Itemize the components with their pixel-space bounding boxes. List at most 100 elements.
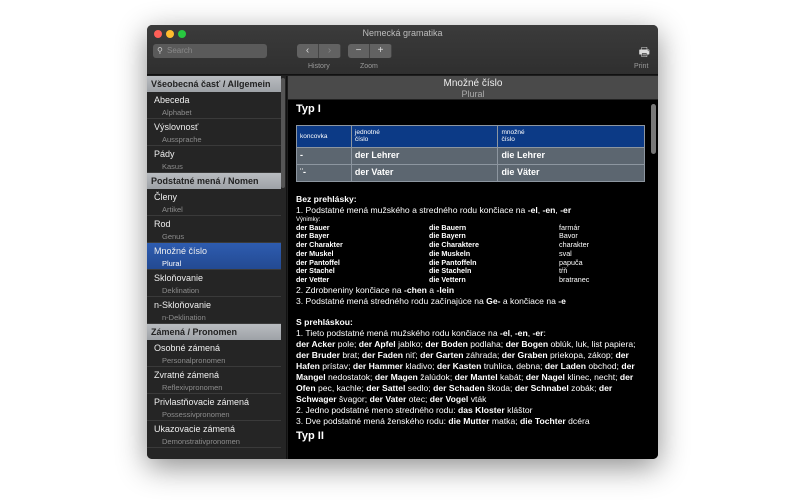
zoom-in-button[interactable]: + — [370, 44, 392, 58]
term: der Magen — [374, 371, 418, 382]
term: der Acker — [296, 339, 336, 350]
term: der Hammer — [352, 361, 403, 372]
app-window: Nemecká gramatika ⚲ Search ‹ › − + Histor… — [147, 25, 658, 459]
sidebar-item[interactable]: Privlastňovacie zámená Possessivpronomen — [147, 394, 281, 421]
text-run: 2. Jedno podstatné meno stredného rodu: — [296, 404, 458, 415]
sidebar-section-header: Podstatné mená / Nomen — [147, 173, 281, 189]
text-run: dcéra — [565, 415, 590, 426]
text-run: 3. Podstatné mená stredného rodu začínaj… — [296, 295, 487, 306]
back-button[interactable]: ‹ — [297, 44, 319, 58]
term: -lein — [436, 284, 455, 295]
forward-button[interactable]: › — [319, 44, 341, 58]
content-scrollbar[interactable] — [651, 104, 656, 154]
s-heading-text: S prehláskou: — [296, 317, 353, 328]
exceptions-list: der Bauer die Bauern farmár der Bayer die Ba… — [296, 223, 648, 285]
table-row: - der Lehrer die Lehrer — [296, 146, 645, 165]
sidebar-item[interactable]: Ukazovacie zámená Demonstrativpronomen — [147, 421, 281, 448]
text-run: matka; — [489, 415, 521, 426]
sidebar-item[interactable]: Pády Kasus — [147, 146, 281, 173]
content-subtitle: Plural — [461, 89, 485, 99]
sidebar-item-sublabel: Demonstrativpronomen — [162, 437, 240, 446]
text-run: zobák; — [568, 382, 599, 393]
sidebar-item-label: Abeceda — [154, 95, 190, 105]
text-run: priekopa, zákop; — [547, 350, 616, 361]
content-title: Množné číslo — [443, 78, 503, 89]
sidebar-item[interactable]: Množné číslo Plural — [147, 243, 281, 270]
text-run: škoda; — [484, 382, 515, 393]
sidebar-item[interactable]: Skloňovanie Deklination — [147, 270, 281, 297]
table-header-row: koncovka jednotné číslo množné číslo — [296, 124, 645, 148]
table-row: ¨- der Vater die Väter — [296, 163, 645, 182]
sidebar-item-label: Výslovnosť — [154, 122, 199, 132]
term: der Schnabel — [514, 382, 569, 393]
print-icon[interactable]: 🖶 — [639, 43, 650, 64]
bez-heading-text: Bez prehlásky: — [296, 193, 357, 204]
sidebar-item[interactable]: n-Skloňovanie n-Deklination — [147, 297, 281, 324]
table-cell: der Vater — [350, 163, 499, 182]
text-run: vták — [468, 393, 487, 404]
s-heading: S prehláskou: — [296, 317, 648, 328]
sidebar-item-label: Zvratné zámená — [154, 370, 220, 380]
text-run: brat; — [339, 350, 362, 361]
sidebar-item-label: Ukazovacie zámená — [154, 424, 236, 434]
exception-word: der Vetter — [296, 274, 330, 284]
sidebar-item[interactable]: Osobné zámená Personalpronomen — [147, 340, 281, 367]
sidebar-scrollbar[interactable] — [281, 78, 285, 188]
term: der Bogen — [505, 339, 549, 350]
sidebar-item[interactable]: Členy Artikel — [147, 189, 281, 216]
text-run: 1. Podstatné mená mužského a stredného r… — [296, 204, 528, 215]
sidebar-item[interactable]: Výslovnosť Aussprache — [147, 119, 281, 146]
sidebar-item-label: Členy — [154, 192, 178, 202]
sidebar-item-sublabel: Deklination — [162, 286, 200, 295]
term: -er — [532, 328, 544, 339]
sidebar-item-label: Rod — [154, 219, 171, 229]
sidebar-section-header: Zámená / Pronomen — [147, 324, 281, 340]
table-header-cell: množné číslo — [497, 124, 645, 148]
sidebar-item-sublabel: Possessivpronomen — [162, 410, 230, 419]
search-input[interactable]: ⚲ Search — [153, 44, 267, 58]
sidebar-item-sublabel: Personalpronomen — [162, 356, 226, 365]
exception-word: die Vettern — [429, 274, 466, 284]
text-run: 2. Zdrobneniny končiace na — [296, 284, 404, 295]
sidebar-item-label: Množné číslo — [154, 246, 208, 256]
window-title: Nemecká gramatika — [362, 28, 443, 38]
sidebar-item-label: n-Skloňovanie — [154, 300, 212, 310]
sidebar-item[interactable]: Zvratné zámená Reflexivpronomen — [147, 367, 281, 394]
term: der Boden — [425, 339, 468, 350]
exception-word: papuča — [559, 257, 583, 267]
sidebar-item-sublabel: Reflexivpronomen — [162, 383, 223, 392]
zoom-out-button[interactable]: − — [348, 44, 370, 58]
text-run: podlaha; — [467, 339, 506, 350]
text-run: sedlo; — [405, 382, 434, 393]
sidebar-item[interactable]: Rod Genus — [147, 216, 281, 243]
rule-2: 2. Zdrobneniny končiace na -chen a -lein — [296, 285, 648, 296]
term: -e — [558, 295, 566, 306]
term: der Sattel — [366, 382, 406, 393]
text-run: obchod; — [585, 361, 622, 372]
term: der Vater — [369, 393, 407, 404]
exceptions-label: Výnimky: — [296, 216, 321, 223]
sidebar-item-label: Privlastňovacie zámená — [154, 397, 250, 407]
sidebar-item-label: Pády — [154, 149, 175, 159]
text-run: jablko; — [395, 339, 426, 350]
text-run: a končiace na — [500, 295, 559, 306]
text-run: prístav; — [319, 361, 353, 372]
print-label[interactable]: Print — [634, 63, 648, 70]
term: der Kasten — [436, 361, 482, 372]
text-run: záhrada; — [463, 350, 502, 361]
term: der Schaden — [433, 382, 485, 393]
table-cell: - — [296, 146, 352, 165]
sidebar-item-sublabel: Alphabet — [162, 108, 192, 117]
rule-3: 3. Podstatné mená stredného rodu začínaj… — [296, 296, 648, 307]
table-header-cell: koncovka — [296, 124, 352, 148]
sidebar-item-sublabel: n-Deklination — [162, 313, 206, 322]
table-cell: die Väter — [497, 163, 645, 182]
text-run: niť; — [403, 350, 421, 361]
text-run: žalúdok; — [417, 371, 455, 382]
sidebar-item-sublabel: Artikel — [162, 205, 183, 214]
term: der Garten — [420, 350, 464, 361]
text-run: : — [543, 328, 546, 339]
term: der Laden — [544, 361, 586, 372]
sidebar-item[interactable]: Abeceda Alphabet — [147, 92, 281, 119]
term: -el — [527, 204, 538, 215]
